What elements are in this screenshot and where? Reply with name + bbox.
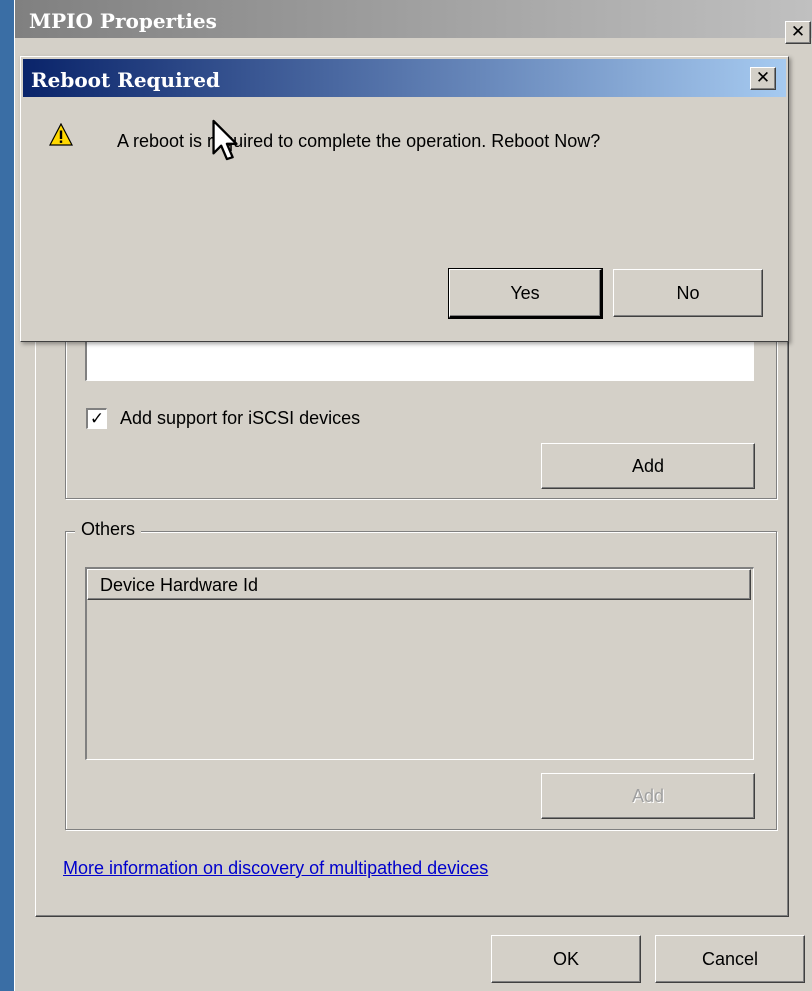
- add-others-button[interactable]: Add: [541, 773, 755, 819]
- dialog-message: A reboot is required to complete the ope…: [117, 131, 601, 151]
- reboot-required-dialog: Reboot Required ✕ A reboot is required t…: [20, 56, 789, 342]
- others-group-label: Others: [75, 519, 142, 540]
- checkmark-icon: ✓: [89, 409, 105, 428]
- device-hardware-list[interactable]: Device Hardware Id: [85, 567, 754, 760]
- yes-button[interactable]: Yes: [448, 268, 603, 319]
- dialog-close-button[interactable]: ✕: [750, 67, 776, 90]
- main-title-bar[interactable]: MPIO Properties ✕: [15, 0, 812, 44]
- discovery-info-link[interactable]: More information on discovery of multipa…: [63, 858, 488, 879]
- close-icon: ✕: [755, 68, 771, 88]
- device-hardware-id-input[interactable]: [85, 338, 754, 381]
- ok-button[interactable]: OK: [491, 935, 641, 983]
- dialog-title: Reboot Required: [31, 68, 220, 92]
- close-icon: ✕: [790, 22, 806, 42]
- dialog-title-bar[interactable]: Reboot Required ✕: [23, 59, 786, 97]
- cancel-button[interactable]: Cancel: [655, 935, 805, 983]
- warning-icon: [49, 123, 73, 146]
- add-iscsi-button[interactable]: Add: [541, 443, 755, 489]
- iscsi-support-checkbox[interactable]: ✓: [86, 408, 107, 429]
- column-header-device-hardware-id[interactable]: Device Hardware Id: [87, 569, 751, 600]
- mouse-cursor-icon: [212, 119, 238, 161]
- main-window-title: MPIO Properties: [29, 9, 217, 33]
- no-button[interactable]: No: [613, 269, 763, 317]
- iscsi-support-label[interactable]: Add support for iSCSI devices: [120, 408, 360, 429]
- main-close-button[interactable]: ✕: [785, 21, 811, 44]
